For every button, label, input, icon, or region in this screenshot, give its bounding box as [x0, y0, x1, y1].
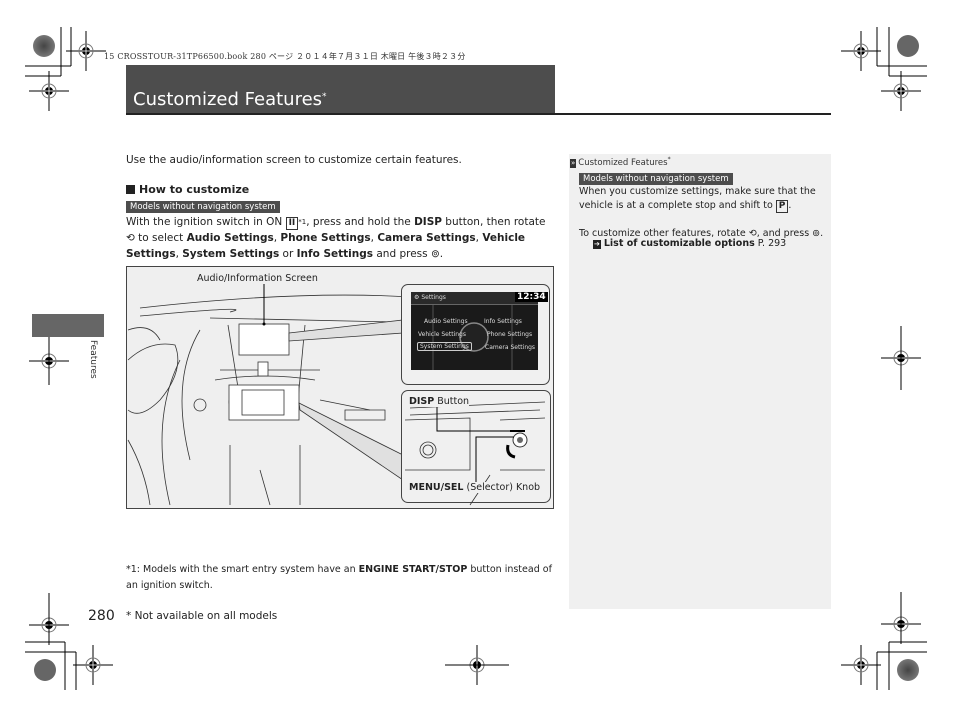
model-badge: Models without navigation system: [126, 201, 280, 213]
text: and press: [373, 248, 431, 260]
chapter-tab-label: Features: [88, 340, 98, 379]
settings-title-text: Settings: [421, 294, 446, 301]
gear-icon: ⚙: [414, 294, 420, 301]
cross-reference-link[interactable]: ➔ List of customizable options P. 293: [593, 238, 786, 249]
text: .: [788, 200, 792, 211]
option-system-settings: System Settings: [182, 248, 280, 260]
link-label[interactable]: List of customizable options: [604, 238, 755, 249]
availability-marker: *: [667, 156, 671, 163]
color-dot: [897, 35, 919, 57]
selector-knob-press-icon: ⊚: [812, 228, 821, 239]
screen-menu-item[interactable]: Info Settings: [484, 318, 522, 325]
option-audio-settings: Audio Settings: [186, 232, 274, 244]
screen-menu-item[interactable]: Phone Settings: [487, 331, 532, 338]
knob-label: MENU/SEL (Selector) Knob: [409, 482, 541, 493]
page-title-text: Customized Features: [133, 89, 323, 110]
text: to select: [134, 232, 187, 244]
color-dot: [34, 659, 56, 681]
print-header: 15 CROSSTOUR-31TP66500.book 280 ページ ２０１４…: [104, 52, 466, 61]
intro-text: Use the audio/information screen to cust…: [126, 154, 462, 166]
footnote: *1: Models with the smart entry system h…: [126, 562, 556, 594]
text: .: [439, 248, 444, 260]
screen-menu-item[interactable]: Audio Settings: [424, 318, 468, 325]
link-page[interactable]: P. 293: [758, 238, 786, 249]
title-rule: [126, 113, 831, 115]
text: button, then rotate: [441, 216, 546, 228]
registration-mark: [840, 644, 882, 686]
availability-note: * Not available on all models: [126, 610, 278, 622]
page-number: 280: [88, 608, 115, 624]
disp-label-bold: DISP: [409, 396, 435, 407]
ignition-key-box: II: [285, 217, 299, 230]
registration-mark: [65, 30, 107, 72]
instructions-paragraph: With the ignition switch in ON II *1, pre…: [126, 214, 556, 262]
section-heading: How to customize: [126, 183, 249, 196]
text: *1: Models with the smart entry system h…: [126, 564, 359, 575]
double-chevron-icon: »: [570, 158, 577, 168]
disp-term: DISP: [414, 216, 442, 228]
color-dot: [33, 35, 55, 57]
screen-menu-item[interactable]: Camera Settings: [485, 344, 535, 351]
registration-mark: [880, 70, 922, 112]
screen-menu-item-selected[interactable]: System Settings: [417, 342, 472, 351]
screen-menu-item[interactable]: Vehicle Settings: [418, 331, 466, 338]
sidebar-heading-text: Customized Features: [578, 157, 668, 168]
registration-mark: [840, 30, 882, 72]
sidebar-text: When you customize settings, make sure t…: [579, 185, 824, 241]
registration-mark: [28, 70, 70, 112]
page-title: Customized Features*: [133, 89, 327, 110]
chapter-tab[interactable]: [32, 314, 104, 337]
text: With the ignition switch in ON: [126, 216, 286, 228]
arrow-right-icon: ➔: [593, 240, 601, 249]
disp-label-rest: Button: [434, 396, 470, 407]
sidebar-heading: » Customized Features*: [570, 156, 671, 168]
clock: 12:34: [515, 292, 548, 302]
screen-callout-label: Audio/Information Screen: [197, 273, 318, 284]
park-key-box: P: [775, 200, 789, 213]
option-phone-settings: Phone Settings: [280, 232, 371, 244]
section-heading-text: How to customize: [139, 183, 250, 196]
availability-marker: *: [322, 92, 327, 102]
bullet-square-icon: [126, 185, 135, 194]
settings-screen-title: ⚙ Settings: [414, 294, 446, 301]
engine-start-stop-term: ENGINE START/STOP: [358, 564, 468, 575]
sidebar-model-badge: Models without navigation system: [579, 173, 733, 185]
disp-button-label: DISP Button: [409, 396, 470, 407]
text: .: [820, 228, 824, 239]
selector-knob-press-icon: ⊚: [430, 248, 440, 260]
option-info-settings: Info Settings: [296, 248, 374, 260]
selector-knob-rotate-icon: ⟲: [126, 232, 135, 244]
text: , press and hold the: [306, 216, 415, 228]
knob-label-rest: (Selector) Knob: [463, 482, 541, 493]
registration-mark: [72, 644, 114, 686]
option-camera-settings: Camera Settings: [377, 232, 476, 244]
knob-label-bold: MENU/SEL: [409, 482, 464, 493]
color-dot: [897, 659, 919, 681]
sep: or: [279, 248, 297, 260]
